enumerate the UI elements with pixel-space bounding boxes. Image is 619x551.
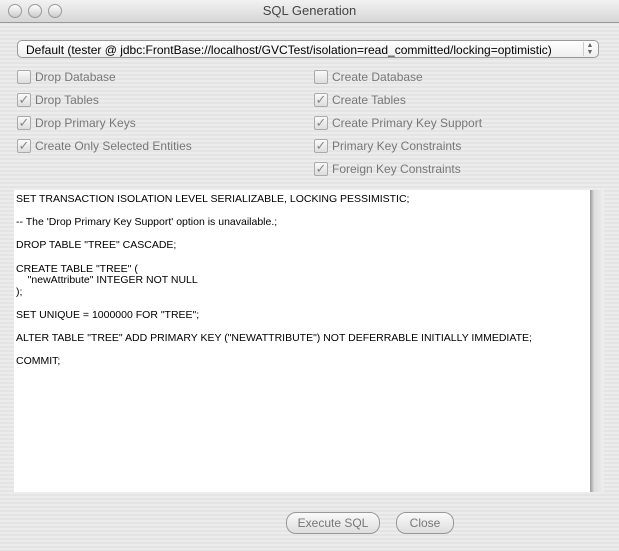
sql-text-area[interactable]: SET TRANSACTION ISOLATION LEVEL SERIALIZ… [14,190,590,492]
connection-popup[interactable]: Default (tester @ jdbc:FrontBase://local… [17,40,599,58]
checkbox-label: Drop Database [35,70,116,84]
checkbox-drop-tables[interactable]: ✓ Drop Tables [17,93,99,107]
checkbox-create-database[interactable]: Create Database [314,70,423,84]
checkmark-icon[interactable]: ✓ [17,116,31,130]
checkbox-label: Primary Key Constraints [332,139,462,153]
checkbox-create-only-selected-entities[interactable]: ✓ Create Only Selected Entities [17,139,192,153]
sql-text: SET TRANSACTION ISOLATION LEVEL SERIALIZ… [16,193,532,368]
checkbox-box[interactable] [17,70,31,84]
checkmark-icon[interactable]: ✓ [314,139,328,153]
title-bar[interactable]: SQL Generation [0,0,619,23]
updown-arrows-icon: ▲ ▼ [583,42,596,56]
checkbox-create-tables[interactable]: ✓ Create Tables [314,93,406,107]
checkbox-foreign-key-constraints[interactable]: ✓ Foreign Key Constraints [314,162,461,176]
checkbox-label: Create Primary Key Support [332,116,483,130]
checkmark-icon[interactable]: ✓ [17,93,31,107]
checkbox-drop-primary-keys[interactable]: ✓ Drop Primary Keys [17,116,136,130]
checkbox-primary-key-constraints[interactable]: ✓ Primary Key Constraints [314,139,461,153]
checkbox-label: Drop Tables [35,93,99,107]
checkbox-label: Drop Primary Keys [35,116,136,130]
window-title: SQL Generation [262,3,357,18]
sql-generation-window: SQL Generation Default (tester @ jdbc:Fr… [0,0,619,551]
checkbox-create-primary-key-support[interactable]: ✓ Create Primary Key Support [314,116,482,130]
checkbox-label: Create Only Selected Entities [35,139,192,153]
execute-sql-button[interactable]: Execute SQL [286,512,380,534]
checkmark-icon[interactable]: ✓ [17,139,31,153]
checkmark-icon[interactable]: ✓ [314,116,328,130]
connection-selected: Default (tester @ jdbc:FrontBase://local… [26,43,552,57]
checkbox-drop-database[interactable]: Drop Database [17,70,116,84]
checkbox-label: Create Database [332,70,423,84]
checkbox-label: Foreign Key Constraints [332,162,461,176]
checkbox-label: Create Tables [332,93,406,107]
checkmark-icon[interactable]: ✓ [314,162,328,176]
vertical-scrollbar[interactable] [590,190,604,492]
close-button[interactable]: Close [396,512,454,534]
checkmark-icon[interactable]: ✓ [314,93,328,107]
checkbox-box[interactable] [314,70,328,84]
